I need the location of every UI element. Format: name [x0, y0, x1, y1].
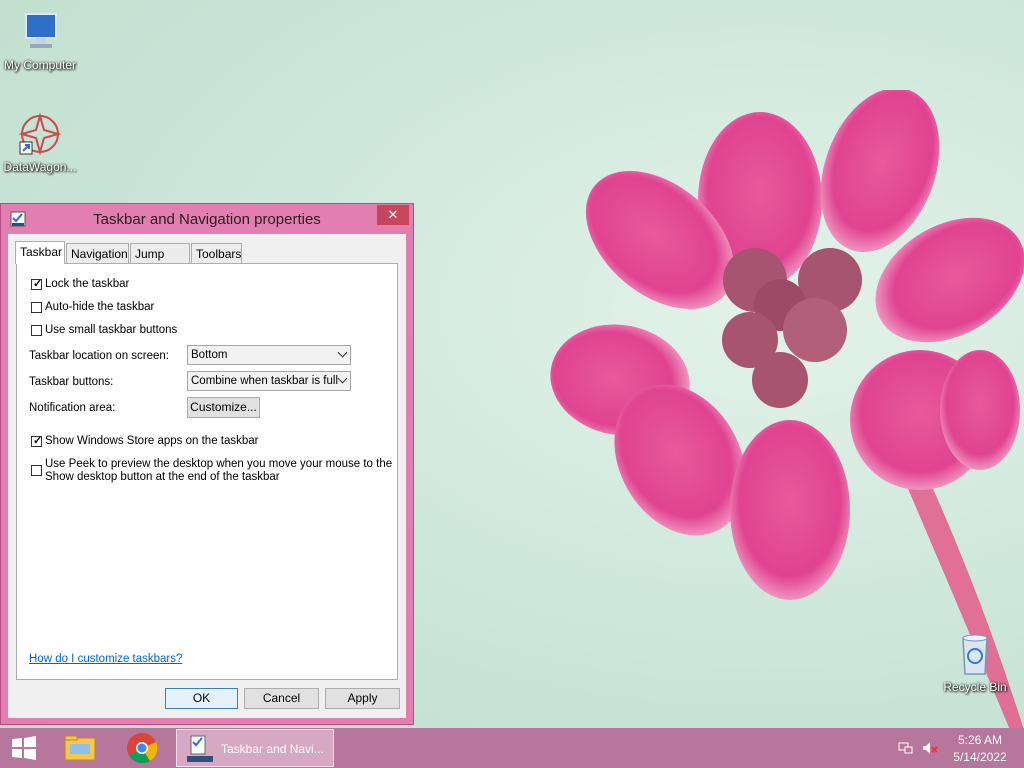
tab-toolbars[interactable]: Toolbars: [191, 243, 242, 263]
desktop-icon-recycle-bin[interactable]: Recycle Bin: [935, 630, 1015, 694]
cancel-button[interactable]: Cancel: [244, 688, 319, 709]
taskbar-properties-icon: [187, 735, 213, 762]
peek-checkbox[interactable]: [31, 465, 42, 476]
peek-label-line1: Use Peek to preview the desktop when you…: [45, 458, 393, 470]
file-explorer-icon[interactable]: [62, 730, 98, 766]
desktop-icon-label: Recycle Bin: [943, 680, 1007, 694]
lock-taskbar-checkbox[interactable]: ✓: [31, 278, 43, 290]
computer-icon: [25, 13, 57, 48]
peek-label-line2: Show desktop button at the end of the ta…: [45, 471, 280, 483]
taskbar-buttons-label: Taskbar buttons:: [29, 376, 114, 388]
tab-navigation[interactable]: Navigation: [66, 243, 129, 263]
check-mark-icon: ✓: [33, 435, 43, 447]
notification-area-label: Notification area:: [29, 402, 116, 414]
tab-jump-lists[interactable]: Jump Lists: [130, 243, 190, 281]
chevron-down-icon: [337, 347, 348, 358]
location-label: Taskbar location on screen:: [29, 350, 169, 362]
dialog-client-area: Taskbar Navigation Jump Lists Toolbars ✓…: [8, 234, 406, 718]
taskbar-window-label: Taskbar and Navi...: [221, 742, 324, 756]
customize-button[interactable]: Customize...: [187, 397, 260, 418]
desktop-icon-label: My Computer: [3, 58, 77, 72]
clock-date[interactable]: 5/14/2022: [950, 750, 1010, 764]
peek-label: Use Peek to preview the desktop when you…: [45, 458, 392, 484]
tab-taskbar[interactable]: Taskbar: [15, 241, 65, 264]
desktop-icon-datawagon[interactable]: DataWagon...: [0, 110, 80, 174]
recycle-bin-icon: [962, 634, 988, 675]
store-apps-label: Show Windows Store apps on the taskbar: [45, 435, 259, 447]
apply-button[interactable]: Apply: [325, 688, 400, 709]
lock-taskbar-label: Lock the taskbar: [45, 278, 130, 290]
taskbar: Taskbar and Navi... 5:26 AM 5/14/2022: [0, 728, 1024, 768]
chrome-icon[interactable]: [124, 730, 160, 766]
taskbar-buttons-value: Combine when taskbar is full: [191, 375, 339, 387]
small-buttons-checkbox[interactable]: [31, 325, 42, 336]
check-mark-icon: ✓: [33, 278, 43, 290]
desktop-icon-label: DataWagon...: [3, 160, 77, 174]
datawagon-icon: [18, 112, 62, 156]
help-link[interactable]: How do I customize taskbars?: [29, 653, 182, 665]
chevron-down-icon: [337, 373, 348, 384]
taskbar-buttons-select[interactable]: Combine when taskbar is full: [187, 371, 351, 391]
small-buttons-label: Use small taskbar buttons: [45, 324, 178, 336]
location-select[interactable]: Bottom: [187, 345, 351, 365]
desktop-icon-my-computer[interactable]: My Computer: [0, 8, 80, 72]
close-button[interactable]: ✕: [377, 205, 409, 225]
auto-hide-label: Auto-hide the taskbar: [45, 301, 155, 313]
location-value: Bottom: [191, 349, 228, 361]
taskbar-window-button[interactable]: Taskbar and Navi...: [176, 729, 334, 767]
ok-button[interactable]: OK: [165, 688, 238, 709]
volume-muted-icon[interactable]: [922, 740, 938, 756]
taskbar-properties-dialog: Taskbar and Navigation properties ✕ Task…: [0, 203, 414, 725]
windows-start-icon[interactable]: [8, 736, 40, 760]
dialog-titlebar[interactable]: Taskbar and Navigation properties ✕: [1, 204, 413, 234]
clock-time[interactable]: 5:26 AM: [950, 733, 1010, 747]
dialog-title: Taskbar and Navigation properties: [93, 211, 321, 228]
auto-hide-checkbox[interactable]: [31, 302, 42, 313]
store-apps-checkbox[interactable]: ✓: [31, 435, 43, 447]
network-icon[interactable]: [898, 740, 914, 756]
